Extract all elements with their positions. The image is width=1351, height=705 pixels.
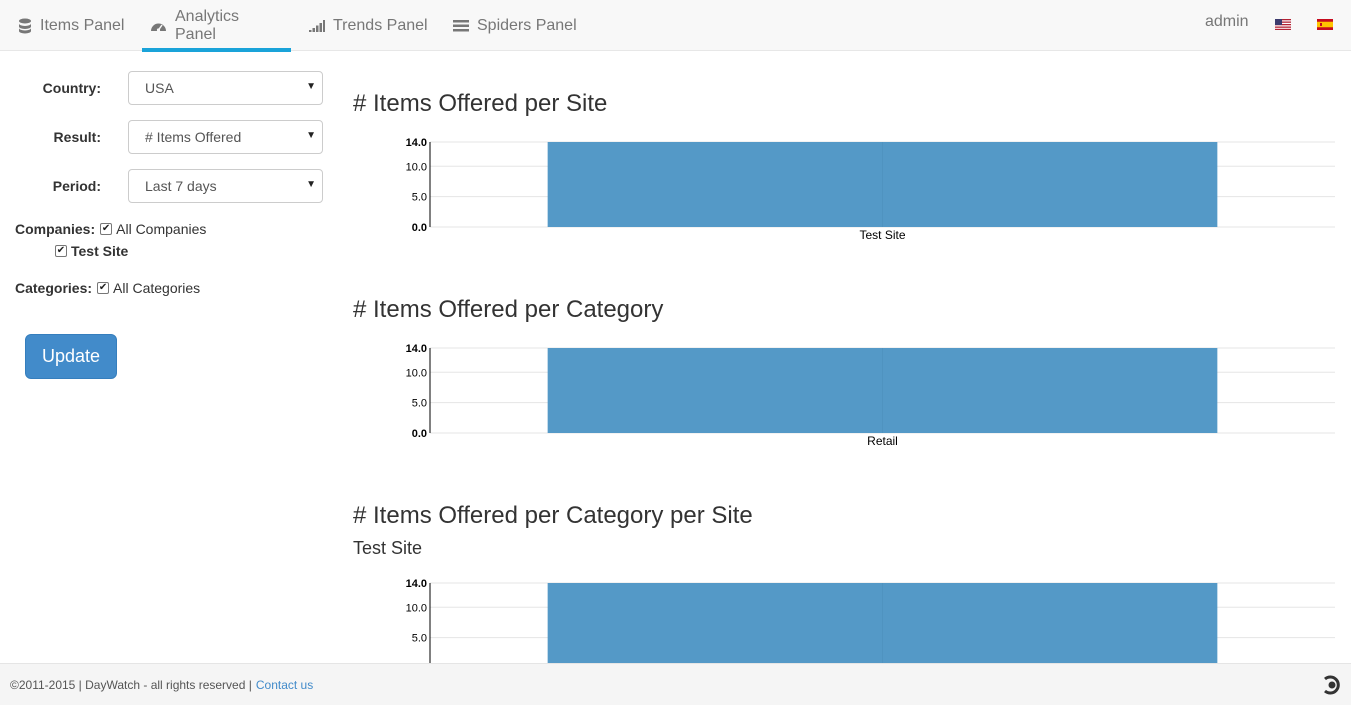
category-chart-title: # Items Offered per Category — [353, 296, 664, 323]
country-label: Country: — [42, 80, 101, 96]
x-tick-label: Test Site — [859, 228, 905, 242]
result-label: Result: — [53, 129, 101, 145]
result-select[interactable]: # Items Offered ▼ — [128, 120, 323, 154]
period-select-value: Last 7 days — [145, 178, 217, 194]
footer: ©2011-2015 | DayWatch - all rights reser… — [0, 663, 1351, 705]
items-per-category-chart: 0.0 5.0 10.0 14.0 Retail — [406, 343, 1335, 448]
period-label: Period: — [52, 178, 101, 194]
companies-label: Companies: — [15, 221, 96, 237]
result-select-value: # Items Offered — [145, 129, 242, 145]
y-tick-label: 5.0 — [412, 633, 427, 645]
user-menu[interactable]: admin — [1205, 13, 1249, 31]
y-tick-label: 10.0 — [406, 367, 427, 379]
tab-label: Trends Panel — [333, 16, 428, 34]
categories-filter: Categories: ✔ All Categories — [15, 280, 200, 296]
y-tick-label: 10.0 — [406, 602, 427, 614]
us-flag-icon[interactable] — [1275, 17, 1291, 30]
company-item: ✔ Test Site — [55, 243, 128, 259]
items-per-site-chart: 0.0 5.0 10.0 14.0 Test Site — [406, 137, 1335, 242]
tab-spiders-panel[interactable]: Spiders Panel — [445, 0, 585, 51]
y-tick-label: 5.0 — [412, 192, 427, 204]
all-categories-label: All Categories — [113, 280, 201, 296]
chevron-down-icon: ▼ — [306, 130, 316, 141]
country-select-value: USA — [145, 80, 174, 96]
period-select[interactable]: Last 7 days ▼ — [128, 169, 323, 203]
x-tick-label: Retail — [867, 434, 898, 448]
test-site-checkbox[interactable]: ✔ — [55, 245, 67, 257]
y-tick-label: 14.0 — [406, 578, 427, 590]
contact-us-link[interactable]: Contact us — [256, 678, 313, 692]
category-site-chart-title: # Items Offered per Category per Site — [353, 502, 753, 529]
category-site-chart-subtitle: Test Site — [353, 538, 423, 558]
y-tick-label: 14.0 — [406, 137, 427, 149]
all-companies-label: All Companies — [116, 221, 207, 237]
footer-copyright: ©2011-2015 | DayWatch - all rights reser… — [10, 677, 252, 692]
tab-label: Items Panel — [40, 16, 125, 34]
dashboard-icon — [150, 19, 167, 33]
y-tick-label: 0.0 — [412, 428, 427, 440]
site-chart-title: # Items Offered per Site — [353, 90, 608, 117]
test-site-label: Test Site — [71, 243, 129, 259]
y-tick-label: 10.0 — [406, 161, 427, 173]
update-button[interactable]: Update — [25, 334, 117, 379]
daywatch-logo-icon — [1322, 675, 1342, 698]
all-companies-checkbox[interactable]: ✔ — [100, 223, 113, 235]
categories-label: Categories: — [15, 280, 93, 296]
all-categories-checkbox[interactable]: ✔ — [97, 282, 110, 294]
tab-items-panel[interactable]: Items Panel — [10, 0, 132, 51]
chevron-down-icon: ▼ — [306, 81, 316, 92]
tab-trends-panel[interactable]: Trends Panel — [301, 0, 436, 51]
tab-label: Spiders Panel — [477, 16, 577, 34]
y-tick-label: 14.0 — [406, 343, 427, 355]
items-per-category-per-site-chart: 0.05.010.014.0 — [406, 578, 1335, 675]
tab-label: Analytics Panel — [175, 7, 240, 43]
tab-analytics-panel[interactable]: Analytics Panel — [142, 0, 291, 52]
companies-filter: Companies: ✔ All Companies — [15, 221, 206, 237]
es-flag-icon[interactable] — [1317, 17, 1333, 30]
y-tick-label: 5.0 — [412, 398, 427, 410]
chevron-down-icon: ▼ — [306, 179, 316, 190]
country-select[interactable]: USA ▼ — [128, 71, 323, 105]
top-navbar: Items Panel Analytics Panel Trends Panel — [0, 0, 1351, 52]
list-icon — [453, 19, 469, 32]
signal-bars-icon — [309, 19, 325, 32]
y-tick-label: 0.0 — [412, 222, 427, 234]
database-icon — [18, 18, 32, 34]
